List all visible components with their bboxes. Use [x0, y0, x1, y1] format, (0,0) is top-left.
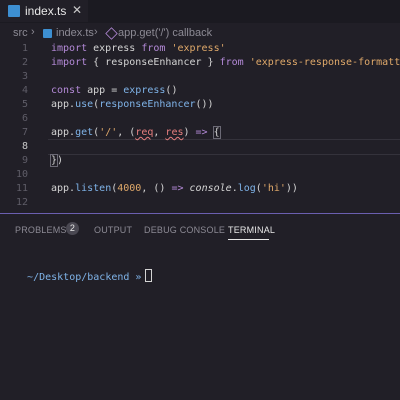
- close-icon[interactable]: ✕: [72, 3, 82, 17]
- code-editor[interactable]: 1 import express from 'express' 2 import { …: [0, 41, 400, 213]
- line-number: 11: [15, 183, 28, 194]
- code-line[interactable]: 9}): [0, 154, 400, 168]
- tab-problems[interactable]: PROBLEMS: [15, 225, 67, 235]
- code-line[interactable]: 8: [0, 140, 400, 154]
- code-token: { responseEnhancer }: [87, 57, 220, 68]
- editor-tab-bar: index.ts ✕: [0, 0, 400, 23]
- code-token: const: [51, 85, 82, 96]
- code-token: console: [189, 183, 232, 194]
- code-token: use: [75, 99, 94, 110]
- code-token: ,: [153, 127, 166, 138]
- tab-debug-console[interactable]: DEBUG CONSOLE: [144, 225, 225, 235]
- problems-count-badge: 2: [66, 222, 79, 235]
- code-token: log: [237, 183, 256, 194]
- tab-label: index.ts: [25, 4, 67, 18]
- tab-terminal[interactable]: TERMINAL: [228, 225, 275, 235]
- code-text: const app = express(): [51, 84, 177, 98]
- line-number: 7: [21, 127, 28, 138]
- code-token: from: [141, 43, 166, 54]
- code-token: from: [219, 57, 244, 68]
- code-text: app.get('/', (req, res) => {: [51, 126, 221, 140]
- line-number: 9: [21, 155, 28, 166]
- chevron-right-icon: ›: [94, 26, 98, 38]
- code-text: import { responseEnhancer } from 'expres…: [51, 56, 400, 70]
- code-token: app.: [51, 127, 76, 138]
- active-tab-indicator: [228, 239, 269, 240]
- code-line[interactable]: 5 app.use(responseEnhancer()): [0, 98, 400, 112]
- panel-divider[interactable]: [0, 213, 400, 214]
- code-token: ): [183, 127, 196, 138]
- code-token: , (): [141, 183, 172, 194]
- code-token: 4000: [117, 183, 142, 194]
- terminal-cursor: [145, 269, 153, 282]
- code-token: import: [51, 43, 88, 54]
- line-number: 10: [15, 169, 28, 180]
- code-line[interactable]: 2 import { responseEnhancer } from 'expre…: [0, 56, 400, 70]
- code-token: responseEnhancer: [99, 99, 196, 110]
- line-number: 4: [21, 85, 28, 96]
- code-token: get: [75, 127, 94, 138]
- breadcrumb-symbol[interactable]: app.get('/') callback: [118, 27, 212, 39]
- code-line[interactable]: 6: [0, 112, 400, 126]
- typescript-icon: [43, 29, 52, 38]
- code-text: import express from 'express': [51, 42, 226, 56]
- code-token: express: [123, 85, 166, 96]
- line-number: 12: [15, 197, 28, 208]
- line-number: 1: [21, 43, 28, 54]
- code-line[interactable]: 1 import express from 'express': [0, 42, 400, 56]
- code-line[interactable]: 4 const app = express(): [0, 84, 400, 98]
- code-token: 'express': [171, 43, 226, 54]
- code-token: )): [285, 183, 298, 194]
- code-line[interactable]: 11 app.listen(4000, () => console.log('hi…: [0, 182, 400, 196]
- code-token: (): [165, 85, 178, 96]
- tab-index-ts[interactable]: index.ts ✕: [0, 0, 88, 22]
- code-token: =>: [171, 183, 184, 194]
- code-token: app.: [51, 99, 76, 110]
- line-number: 3: [21, 71, 28, 82]
- terminal-prompt: ~/Desktop/backend »: [27, 272, 142, 283]
- code-token: =>: [195, 127, 208, 138]
- code-token: express: [87, 43, 142, 54]
- breadcrumb-folder[interactable]: src: [13, 27, 28, 39]
- line-number: 2: [21, 57, 28, 68]
- code-line[interactable]: 10: [0, 168, 400, 182]
- code-line[interactable]: 12: [0, 196, 400, 210]
- chevron-right-icon: ›: [31, 26, 35, 38]
- line-number: 8: [21, 141, 28, 152]
- code-token: app.: [51, 183, 76, 194]
- terminal[interactable]: ~/Desktop/backend »: [15, 258, 153, 283]
- code-text: app.listen(4000, () => console.log('hi')…: [51, 182, 298, 196]
- code-token: res: [165, 127, 184, 138]
- code-token: import: [51, 57, 88, 68]
- code-line[interactable]: 7 app.get('/', (req, res) => {: [0, 126, 400, 140]
- line-number: 6: [21, 113, 28, 124]
- code-token: ): [57, 155, 64, 166]
- code-token: app =: [81, 85, 124, 96]
- code-text: app.use(responseEnhancer()): [51, 98, 214, 112]
- code-token: {: [212, 126, 221, 139]
- code-token: listen: [75, 183, 112, 194]
- typescript-icon: [8, 5, 20, 17]
- code-token: '/': [99, 127, 118, 138]
- code-line[interactable]: 3: [0, 70, 400, 84]
- breadcrumb-file[interactable]: index.ts: [56, 27, 94, 39]
- code-text: }): [49, 154, 64, 168]
- code-token: 'express-response-formatter': [249, 57, 400, 68]
- code-token: req: [135, 127, 154, 138]
- panel-tab-bar: PROBLEMS 2 OUTPUT DEBUG CONSOLE TERMINAL: [0, 222, 400, 242]
- symbol-method-icon: [105, 27, 118, 40]
- line-number: 5: [21, 99, 28, 110]
- tab-output[interactable]: OUTPUT: [94, 225, 132, 235]
- code-token: ()): [195, 99, 214, 110]
- code-token: , (: [117, 127, 136, 138]
- code-token: 'hi': [261, 183, 286, 194]
- breadcrumb: src › index.ts › app.get('/') callback: [0, 26, 400, 41]
